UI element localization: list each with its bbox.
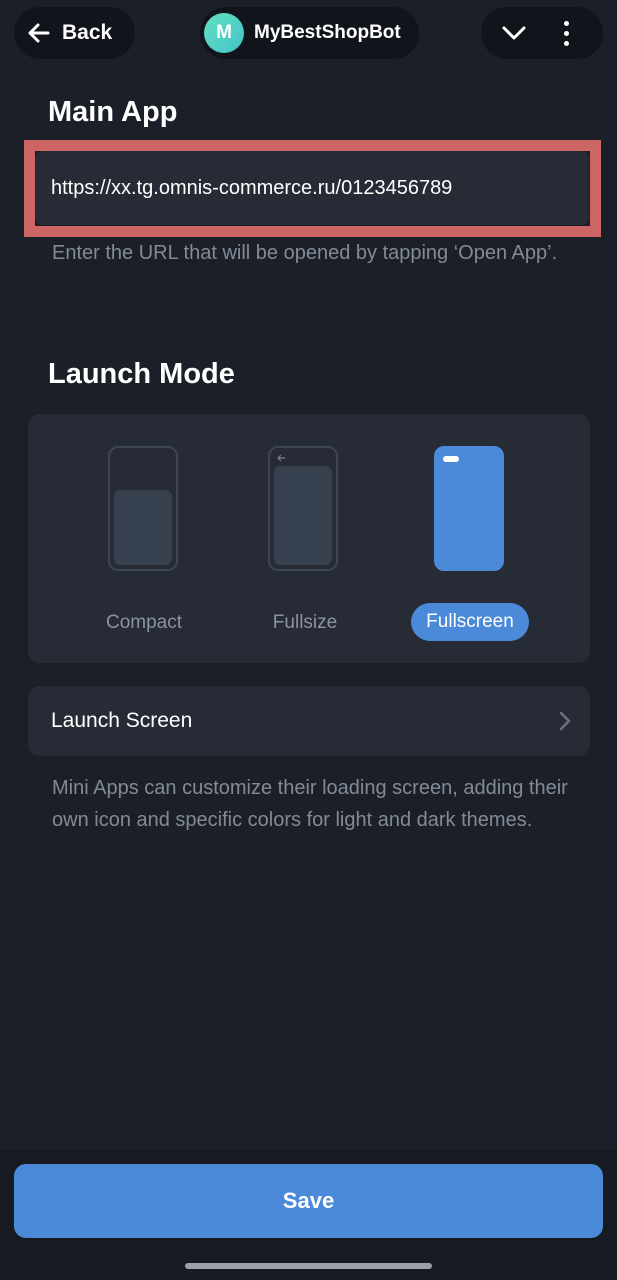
save-button[interactable]: Save (14, 1164, 603, 1238)
save-label: Save (282, 1188, 335, 1213)
launch-mode-title: Launch Mode (48, 358, 235, 390)
mode-label-fullscreen: Fullscreen (411, 603, 529, 641)
main-app-url-input[interactable]: https://xx.tg.omnis-commerce.ru/01234567… (35, 151, 589, 225)
launch-mode-card: Compact Fullsize Fullscreen (28, 414, 590, 663)
launch-screen-label: Launch Screen (51, 709, 193, 732)
arrow-left-icon (28, 23, 50, 43)
back-button[interactable]: Back (14, 7, 135, 59)
top-bar: Back M MyBestShopBot (0, 0, 617, 70)
chevron-right-icon (559, 711, 571, 731)
fullscreen-phone-icon (434, 446, 504, 571)
compact-phone-icon (108, 446, 178, 571)
launch-screen-description: Mini Apps can customize their loading sc… (52, 777, 568, 831)
bot-header[interactable]: M MyBestShopBot (200, 7, 419, 59)
url-hint: Enter the URL that will be opened by tap… (52, 242, 558, 264)
bot-name: MyBestShopBot (254, 22, 401, 43)
home-indicator[interactable] (185, 1263, 432, 1269)
mode-label-fullsize: Fullsize (272, 612, 338, 633)
arrow-left-icon (277, 454, 285, 462)
back-label: Back (62, 21, 113, 44)
more-menu-icon[interactable] (564, 20, 569, 46)
url-value: https://xx.tg.omnis-commerce.ru/01234567… (51, 176, 453, 199)
header-actions (481, 7, 603, 59)
fullsize-phone-icon (268, 446, 338, 571)
mode-label-compact: Compact (105, 612, 183, 633)
avatar: M (204, 13, 244, 53)
main-app-title: Main App (48, 96, 178, 128)
launch-screen-row[interactable]: Launch Screen (28, 686, 590, 756)
chevron-down-icon[interactable] (501, 20, 527, 46)
